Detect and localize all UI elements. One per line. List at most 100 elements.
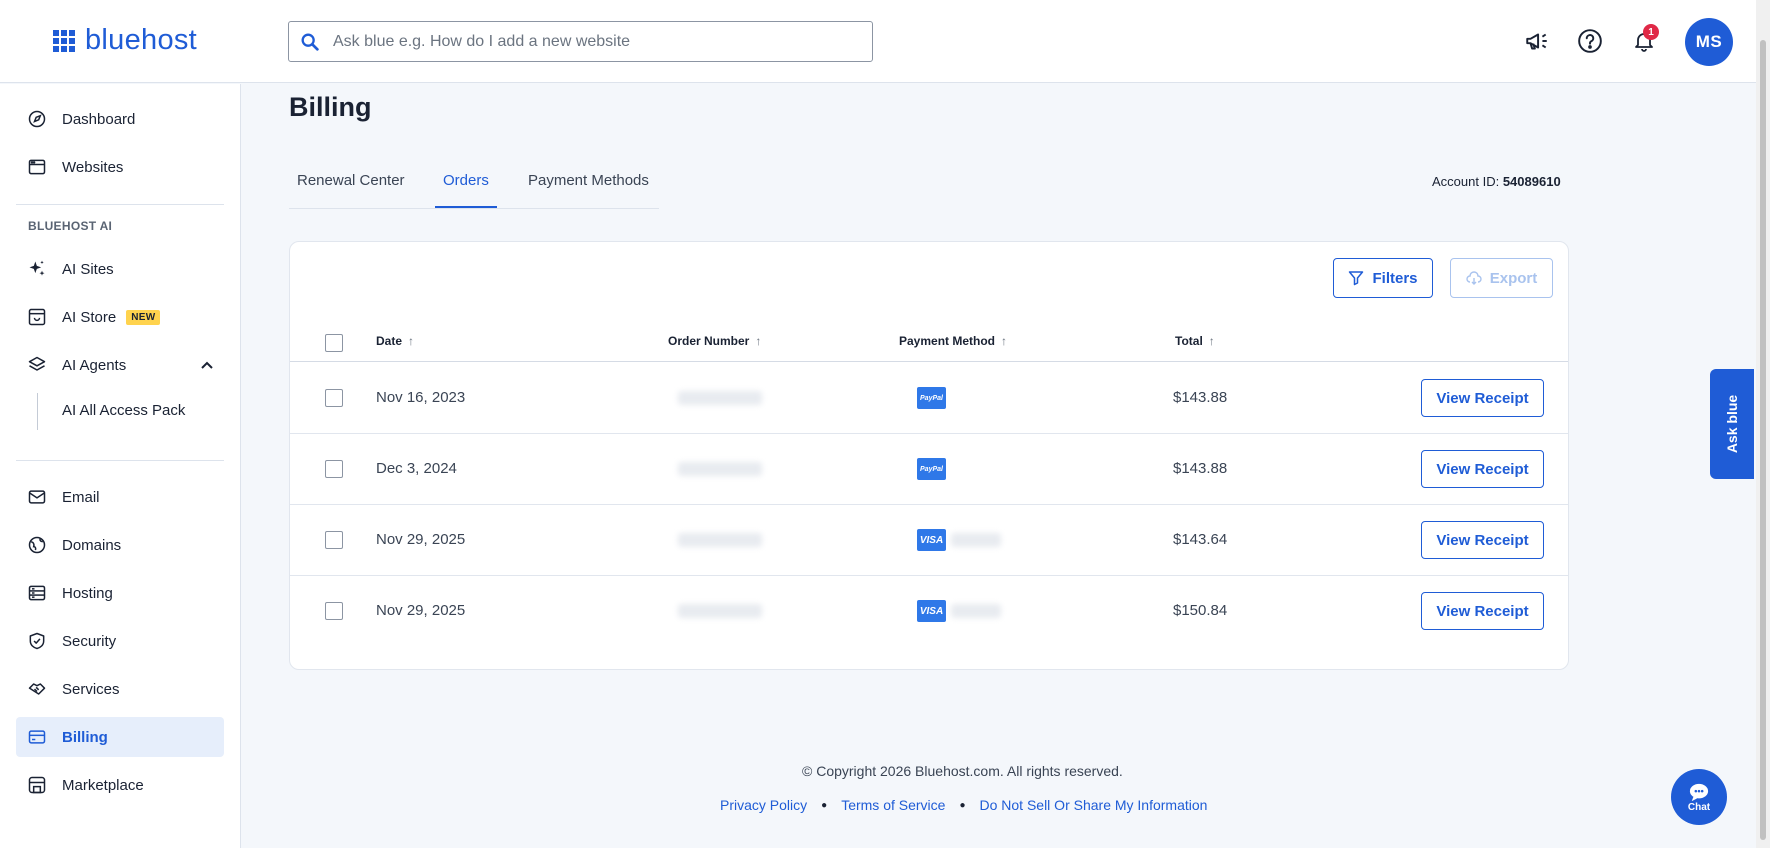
view-receipt-button[interactable]: View Receipt	[1421, 379, 1544, 417]
sidebar-item-marketplace[interactable]: Marketplace	[16, 765, 224, 805]
dashboard-icon	[26, 108, 48, 130]
sidebar-item-domains[interactable]: Domains	[16, 525, 224, 565]
card-number-redacted	[951, 604, 1001, 618]
sidebar-item-label: Marketplace	[62, 776, 144, 794]
row-checkbox[interactable]	[325, 602, 343, 620]
ask-blue-label: Ask blue	[1724, 394, 1741, 454]
sidebar-item-services[interactable]: Services	[16, 669, 224, 709]
row-checkbox[interactable]	[325, 531, 343, 549]
scrollbar-thumb[interactable]	[1760, 40, 1766, 840]
server-icon	[26, 582, 48, 604]
account-id: Account ID: 54089610	[1432, 174, 1561, 189]
sparkle-icon	[26, 258, 48, 280]
select-all-checkbox[interactable]	[325, 334, 343, 352]
table-row: Nov 16, 2023 PayPal $143.88 View Receipt	[290, 363, 1568, 434]
export-button[interactable]: Export	[1450, 258, 1553, 298]
sort-arrow-icon: ↑	[408, 334, 415, 348]
sidebar-item-label: Security	[62, 632, 117, 650]
browser-icon	[26, 156, 48, 178]
filters-button[interactable]: Filters	[1333, 258, 1433, 298]
page-scrollbar[interactable]	[1756, 0, 1770, 848]
row-checkbox[interactable]	[325, 389, 343, 407]
export-label: Export	[1489, 269, 1538, 287]
cloud-download-icon	[1466, 271, 1482, 285]
sidebar-divider	[16, 204, 224, 205]
sidebar-item-email[interactable]: Email	[16, 477, 224, 517]
order-total: $143.64	[1173, 531, 1228, 548]
chevron-up-icon[interactable]	[200, 358, 214, 372]
top-header: bluehost 1 MS	[0, 0, 1756, 83]
help-button[interactable]	[1575, 26, 1605, 56]
shield-icon	[26, 630, 48, 652]
sidebar-item-label: Services	[62, 680, 120, 698]
table-row: Nov 29, 2025 VISA $143.64 View Receipt	[290, 505, 1568, 576]
order-total: $143.88	[1173, 460, 1228, 477]
chat-button[interactable]: Chat	[1671, 769, 1727, 825]
active-tab-indicator	[435, 206, 497, 208]
app-grid-icon	[53, 29, 75, 52]
sidebar-item-label: Hosting	[62, 584, 113, 602]
column-order-number[interactable]: Order Number ↑	[668, 334, 761, 348]
order-total: $143.88	[1173, 389, 1228, 406]
sidebar-item-dashboard[interactable]: Dashboard	[16, 99, 224, 139]
column-total[interactable]: Total ↑	[1175, 334, 1215, 348]
row-checkbox[interactable]	[325, 460, 343, 478]
sidebar-item-label: AI Store	[62, 308, 117, 326]
user-avatar[interactable]: MS	[1685, 18, 1733, 66]
sidebar-item-ai-agents[interactable]: AI Agents	[16, 345, 224, 385]
sidebar-item-websites[interactable]: Websites	[16, 147, 224, 187]
order-date: Nov 29, 2025	[376, 531, 466, 548]
terms-of-service-link[interactable]: Terms of Service	[841, 797, 945, 813]
sidebar-item-hosting[interactable]: Hosting	[16, 573, 224, 613]
column-date[interactable]: Date ↑	[376, 334, 414, 348]
sidebar: Dashboard Websites BLUEHOST AI AI Sites …	[0, 84, 241, 848]
sidebar-item-ai-sites[interactable]: AI Sites	[16, 249, 224, 289]
mail-icon	[26, 486, 48, 508]
logo-text: bluehost	[85, 24, 198, 56]
bluehost-logo[interactable]: bluehost	[53, 24, 197, 57]
chat-label: Chat	[1687, 801, 1711, 813]
marketplace-icon	[26, 774, 48, 796]
view-receipt-button[interactable]: View Receipt	[1421, 521, 1544, 559]
new-badge: NEW	[126, 309, 161, 325]
megaphone-icon	[1526, 33, 1547, 50]
tab-renewal-center[interactable]: Renewal Center	[297, 172, 405, 189]
chat-bubble-icon	[1689, 783, 1709, 801]
sidebar-subitem-ai-all-access-pack[interactable]: AI All Access Pack	[62, 402, 185, 419]
search-bar[interactable]	[288, 21, 873, 62]
separator-dot: ●	[821, 799, 828, 811]
tab-orders[interactable]: Orders	[443, 172, 489, 189]
sidebar-item-security[interactable]: Security	[16, 621, 224, 661]
credit-card-icon	[26, 726, 48, 748]
announcement-button[interactable]	[1522, 26, 1552, 56]
copyright-text: © Copyright 2026 Bluehost.com. All right…	[802, 763, 1123, 779]
help-icon	[1578, 29, 1602, 53]
tab-payment-methods[interactable]: Payment Methods	[528, 172, 649, 189]
footer-links: Privacy Policy ● Terms of Service ● Do N…	[720, 797, 1207, 813]
ask-blue-tab[interactable]: Ask blue	[1710, 369, 1754, 479]
view-receipt-button[interactable]: View Receipt	[1421, 592, 1544, 630]
order-date: Nov 29, 2025	[376, 602, 466, 619]
billing-tabs: Renewal Center Orders Payment Methods	[289, 160, 659, 209]
privacy-policy-link[interactable]: Privacy Policy	[720, 797, 807, 813]
search-input[interactable]	[333, 32, 833, 51]
sidebar-item-billing[interactable]: Billing	[16, 717, 224, 757]
view-receipt-button[interactable]: View Receipt	[1421, 450, 1544, 488]
table-row: Nov 29, 2025 VISA $150.84 View Receipt	[290, 576, 1568, 647]
visa-icon: VISA	[917, 529, 946, 551]
sidebar-divider	[16, 460, 224, 461]
sidebar-item-label: Domains	[62, 536, 122, 554]
sidebar-item-label: Billing	[62, 728, 108, 746]
separator-dot: ●	[959, 799, 966, 811]
sidebar-item-label: Email	[62, 488, 100, 506]
filter-icon	[1349, 271, 1364, 286]
paypal-icon: PayPal	[917, 458, 946, 480]
sidebar-item-ai-store[interactable]: AI Store NEW	[16, 297, 224, 337]
do-not-sell-link[interactable]: Do Not Sell Or Share My Information	[979, 797, 1207, 813]
table-header: Date ↑ Order Number ↑ Payment Method ↑ Tota…	[290, 326, 1568, 362]
sort-arrow-icon: ↑	[1208, 334, 1215, 348]
column-payment-method[interactable]: Payment Method ↑	[899, 334, 1007, 348]
layers-icon	[26, 354, 48, 376]
account-id-value: 54089610	[1502, 174, 1561, 189]
sidebar-item-label: AI Agents	[62, 356, 127, 374]
